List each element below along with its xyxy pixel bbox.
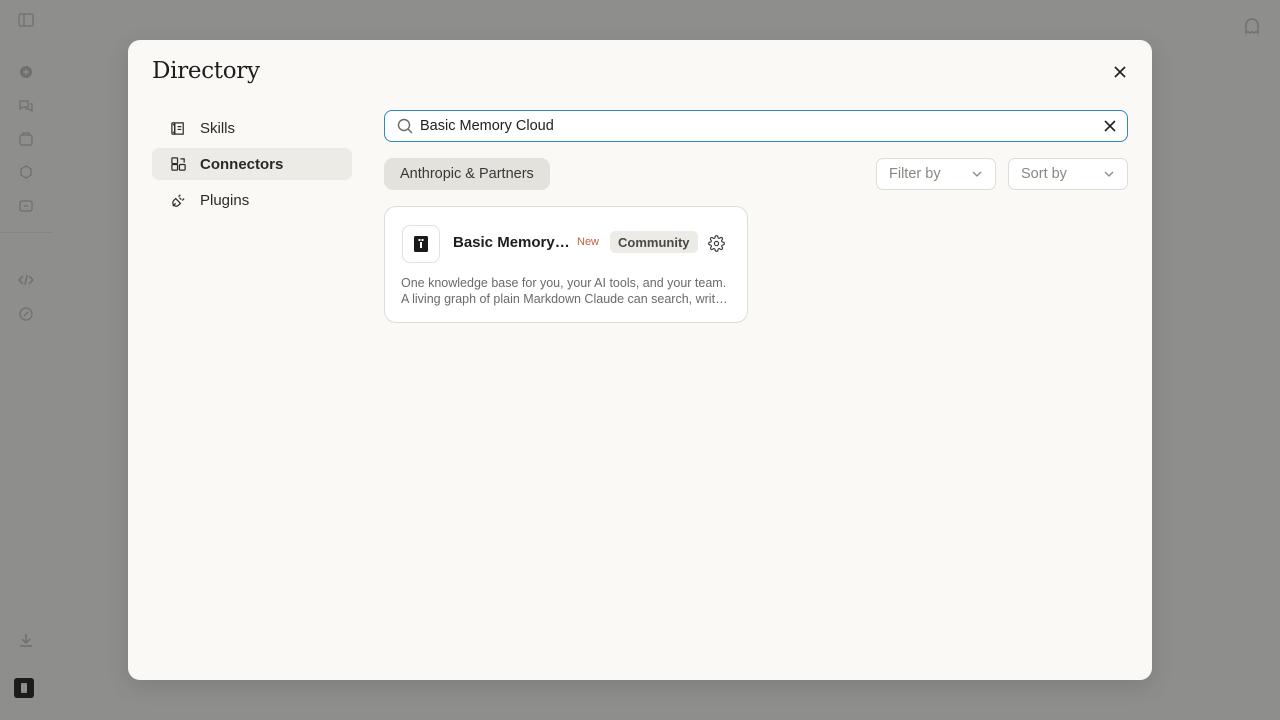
description-line: One knowledge base for you, your AI tool… [401, 276, 727, 290]
connector-description: One knowledge base for you, your AI tool… [401, 275, 733, 307]
connectors-icon [169, 155, 187, 173]
connector-logo-icon [402, 225, 440, 263]
code-icon[interactable] [17, 271, 35, 289]
app-sidebar [0, 0, 52, 720]
code-folder-icon[interactable] [17, 196, 35, 214]
nav-item-label: Skills [200, 119, 236, 137]
sort-by-dropdown[interactable]: Sort by [1008, 158, 1128, 190]
new-label: New [577, 236, 600, 248]
close-icon [1104, 120, 1116, 132]
skills-icon [169, 119, 187, 137]
filter-by-label: Filter by [889, 166, 941, 182]
anthropic-partners-chip[interactable]: Anthropic & Partners [384, 158, 550, 190]
nav-item-plugins[interactable]: Plugins [152, 184, 352, 216]
artifacts-icon[interactable] [17, 163, 35, 181]
nav-item-label: Connectors [200, 155, 284, 173]
close-icon [1114, 66, 1126, 78]
description-line: A living graph of plain Markdown Claude … [401, 292, 733, 306]
nav-item-skills[interactable]: Skills [152, 112, 352, 144]
modal-title: Directory [152, 58, 260, 84]
avatar[interactable] [14, 678, 34, 698]
filter-by-dropdown[interactable]: Filter by [876, 158, 996, 190]
nav-item-label: Plugins [200, 191, 250, 209]
search-box [384, 110, 1128, 142]
gear-icon [707, 234, 725, 252]
connector-name: Basic Memory Cloud [453, 234, 571, 251]
chevron-down-icon [972, 171, 982, 177]
connector-card[interactable]: Basic Memory Cloud New Community One kno… [384, 206, 748, 323]
directory-nav: Skills Connectors Plugins [152, 112, 352, 220]
download-icon[interactable] [17, 631, 35, 649]
new-chat-icon[interactable] [17, 63, 35, 81]
search-input[interactable] [420, 112, 1101, 140]
search-icon [396, 117, 414, 135]
clear-search-button[interactable] [1101, 117, 1119, 135]
close-button[interactable] [1110, 62, 1130, 82]
feedback-icon[interactable] [17, 305, 35, 323]
chats-icon[interactable] [17, 97, 35, 115]
nav-item-connectors[interactable]: Connectors [152, 148, 352, 180]
directory-modal: Directory Skills Connectors Plugins Basi… [128, 40, 1152, 680]
chevron-down-icon [1104, 171, 1114, 177]
projects-icon[interactable] [17, 130, 35, 148]
settings-button[interactable] [707, 234, 725, 252]
ghost-icon[interactable] [1242, 16, 1262, 36]
plugins-icon [169, 191, 187, 209]
rail-divider [0, 232, 52, 233]
community-badge: Community [610, 231, 698, 253]
sort-by-label: Sort by [1021, 166, 1067, 182]
sidebar-toggle-icon[interactable] [17, 11, 35, 29]
